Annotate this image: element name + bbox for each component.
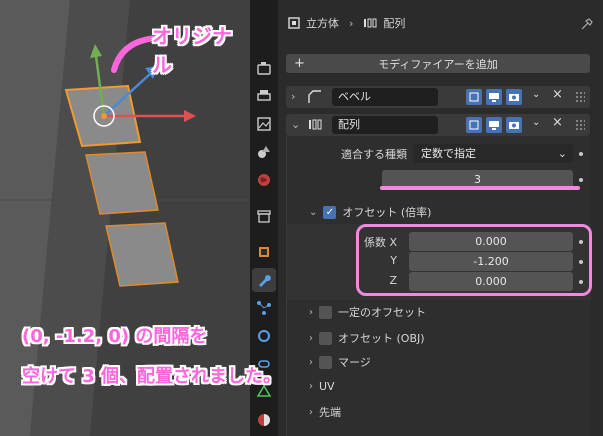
object-offset-label: オフセット (OBJ) (338, 332, 425, 345)
material-tab[interactable] (252, 408, 276, 432)
count-underline-annotation (380, 186, 580, 190)
relative-offset-label: オフセット (倍率) (342, 206, 432, 219)
camera-icon (257, 62, 271, 75)
particles-icon (257, 301, 271, 315)
modifier-array-header[interactable]: ⌄ 配列 ⌄ × (286, 114, 590, 136)
fit-type-select[interactable]: 定数で指定 ⌄ (413, 144, 573, 163)
chevron-right-icon: › (309, 332, 313, 344)
collection-tab[interactable] (252, 204, 276, 228)
constant-offset-checkbox[interactable] (319, 305, 332, 319)
scene-icon (258, 146, 270, 158)
properties-panel: 立方体 › 配列 + モディファイアーを追加 › ベベル ⌄ × ⌄ 配列 ⌄ … (278, 0, 603, 436)
merge-checkbox[interactable] (319, 355, 332, 369)
view-layer-tab[interactable] (252, 112, 276, 136)
printer-icon (257, 90, 271, 101)
chevron-down-icon[interactable]: ⌄ (291, 118, 300, 131)
caps-row[interactable]: › 先端 (309, 404, 341, 420)
plus-icon: + (294, 56, 305, 71)
edit-mode-toggle-icon[interactable] (466, 117, 482, 133)
relative-offset-row[interactable]: ⌄ ✓ オフセット (倍率) (309, 204, 431, 220)
uv-label: UV (319, 380, 335, 393)
merge-row[interactable]: › マージ (309, 354, 371, 370)
uv-row[interactable]: › UV (309, 380, 335, 393)
particles-tab[interactable] (252, 296, 276, 320)
keyframe-dot-icon[interactable] (579, 178, 583, 182)
modifier-tab[interactable] (252, 268, 276, 292)
scene-tab[interactable] (252, 140, 276, 164)
edit-mode-toggle-icon[interactable] (466, 89, 482, 105)
render-toggle-icon[interactable] (506, 89, 522, 105)
array-modifier-icon (309, 119, 322, 130)
keyframe-dot-icon[interactable] (579, 152, 583, 156)
output-tab[interactable] (252, 84, 276, 108)
chevron-right-icon[interactable]: › (291, 90, 295, 103)
chevron-down-icon[interactable]: ⌄ (532, 117, 540, 128)
pin-icon[interactable] (581, 18, 593, 30)
blender-window: オリジナル 立方体 › 配列 + モディファイアーを追加 › ベベル ⌄ × ⌄… (0, 0, 603, 436)
image-icon (257, 117, 271, 131)
box-icon (257, 210, 271, 223)
drag-handle-icon[interactable] (575, 91, 585, 103)
constant-offset-label: 一定のオフセット (338, 306, 426, 319)
render-toggle-icon[interactable] (506, 117, 522, 133)
chevron-down-icon: ⌄ (309, 206, 318, 218)
world-icon (258, 174, 270, 186)
breadcrumb: 立方体 › 配列 (278, 0, 603, 46)
chevron-down-icon: ⌄ (557, 147, 567, 160)
close-icon[interactable]: × (552, 87, 563, 102)
add-modifier-label: モディファイアーを追加 (378, 57, 498, 71)
physics-icon (258, 330, 270, 342)
drag-handle-icon[interactable] (575, 119, 585, 131)
constant-offset-row[interactable]: › 一定のオフセット (309, 304, 426, 320)
add-modifier-button[interactable]: + モディファイアーを追加 (286, 54, 590, 73)
array-modifier-icon (364, 18, 377, 28)
bevel-icon (308, 90, 321, 103)
modifier-bevel-header[interactable]: › ベベル ⌄ × (286, 86, 590, 108)
wrench-icon (259, 275, 271, 287)
offset-highlight-box (356, 224, 592, 296)
original-annotation: オリジナル (152, 24, 232, 77)
fit-type-label: 適合する種類 (341, 148, 407, 161)
object-icon (259, 247, 269, 257)
object-icon (288, 17, 300, 29)
chevron-right-icon: › (309, 306, 313, 318)
render-tab[interactable] (252, 56, 276, 80)
close-icon[interactable]: × (552, 115, 563, 130)
breadcrumb-modifier[interactable]: 配列 (383, 15, 405, 31)
caption-line-1: (0, -1.2, 0) の間隔を (22, 326, 208, 347)
chevron-right-icon: › (309, 406, 313, 418)
object-tab[interactable] (252, 240, 276, 264)
viewport-toggle-icon[interactable] (486, 117, 502, 133)
viewport-toggle-icon[interactable] (486, 89, 502, 105)
modifier-name-field[interactable]: ベベル (332, 88, 438, 106)
object-offset-row[interactable]: › オフセット (OBJ) (309, 330, 425, 346)
material-icon (258, 414, 270, 426)
physics-tab[interactable] (252, 324, 276, 348)
merge-label: マージ (338, 356, 371, 369)
chevron-right-icon: › (309, 381, 313, 392)
relative-offset-checkbox[interactable]: ✓ (323, 205, 337, 219)
world-tab[interactable] (252, 168, 276, 192)
chevron-down-icon[interactable]: ⌄ (532, 89, 540, 100)
chevron-right-icon: › (309, 356, 313, 368)
modifier-name-field[interactable]: 配列 (332, 116, 438, 134)
breadcrumb-object[interactable]: 立方体 (306, 15, 339, 31)
caps-label: 先端 (319, 406, 341, 419)
breadcrumb-separator-icon: › (349, 16, 354, 30)
object-offset-checkbox[interactable] (319, 331, 332, 345)
fit-type-value: 定数で指定 (421, 147, 476, 160)
caption-line-2: 空けて 3 個、配置されました。 (22, 366, 282, 387)
